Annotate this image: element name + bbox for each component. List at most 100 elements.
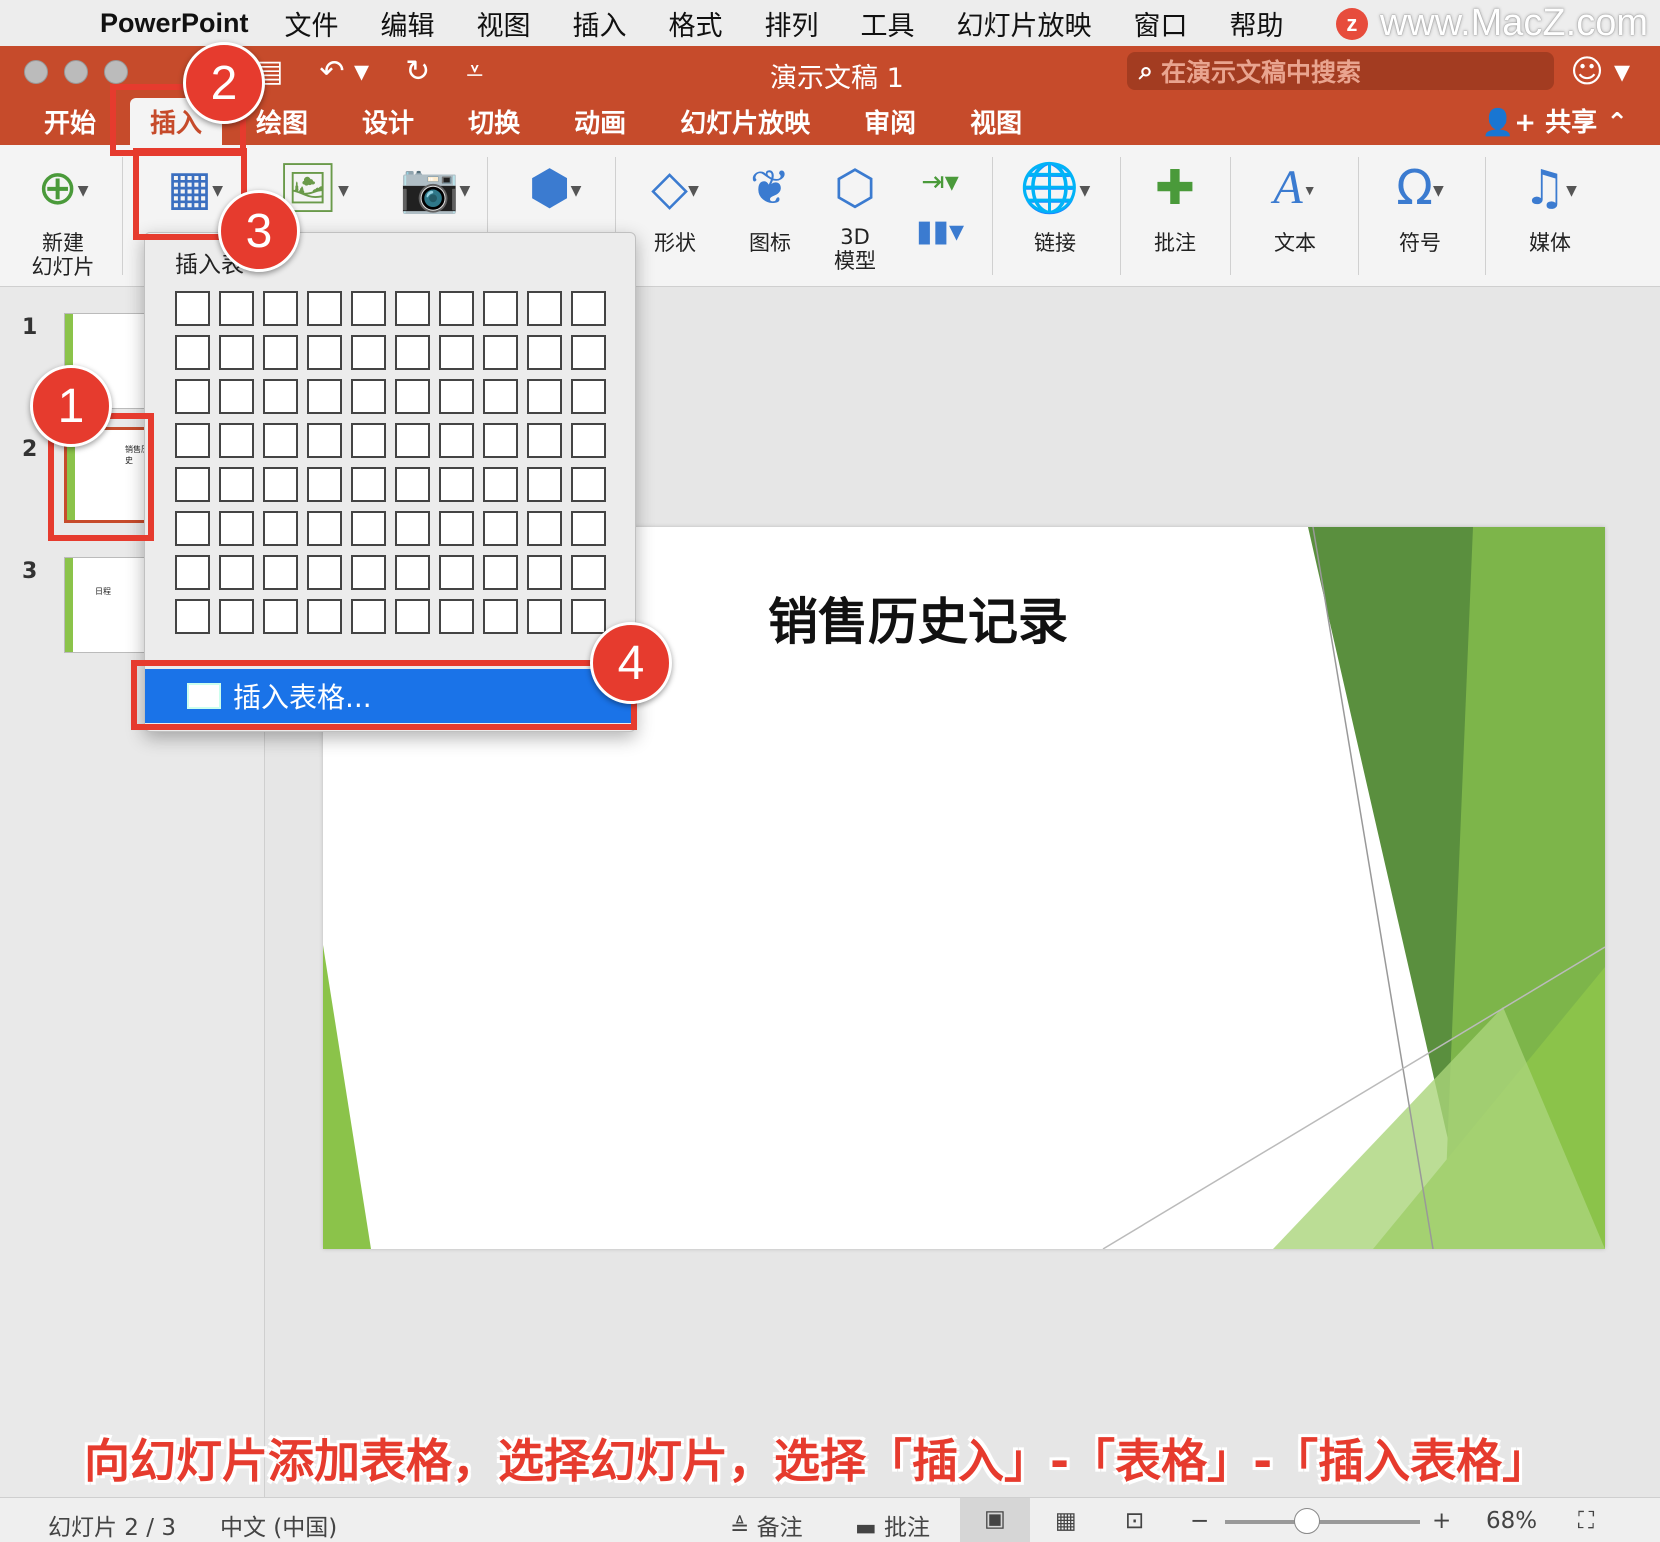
table-grid-cell[interactable] [263, 335, 298, 370]
tab-transitions[interactable]: 切换 [448, 98, 540, 145]
table-grid-cell[interactable] [527, 599, 562, 634]
table-grid-cell[interactable] [175, 555, 210, 590]
table-grid-cell[interactable] [307, 291, 342, 326]
table-grid-cell[interactable] [263, 467, 298, 502]
table-grid-cell[interactable] [263, 555, 298, 590]
table-grid-cell[interactable] [351, 467, 386, 502]
collapse-ribbon-icon[interactable]: ⌃ [1606, 108, 1628, 138]
3d-models-button[interactable]: ⬡ 3D 模型 [815, 145, 895, 287]
table-grid-cell[interactable] [571, 511, 606, 546]
table-grid-cell[interactable] [571, 379, 606, 414]
link-button[interactable]: 🌐▼ 链接 [1010, 145, 1100, 287]
tab-design[interactable]: 设计 [342, 98, 434, 145]
table-grid-cell[interactable] [483, 467, 518, 502]
table-grid-cell[interactable] [175, 423, 210, 458]
table-grid-cell[interactable] [527, 423, 562, 458]
table-grid-cell[interactable] [219, 423, 254, 458]
table-grid-cell[interactable] [175, 511, 210, 546]
table-grid-cell[interactable] [307, 467, 342, 502]
minimize-window-button[interactable] [64, 60, 88, 84]
table-grid-cell[interactable] [439, 291, 474, 326]
notes-button[interactable]: ≜ 备注 [730, 1508, 803, 1542]
table-grid-cell[interactable] [483, 291, 518, 326]
table-grid-cell[interactable] [439, 599, 474, 634]
tab-view[interactable]: 视图 [950, 98, 1042, 145]
table-grid-cell[interactable] [307, 511, 342, 546]
zoom-slider[interactable] [1225, 1520, 1420, 1524]
text-button[interactable]: A▼ 文本 [1250, 145, 1340, 287]
menu-window[interactable]: 窗口 [1134, 4, 1188, 43]
feedback-smiley-icon[interactable]: ☺ ▾ [1570, 52, 1630, 90]
close-window-button[interactable] [24, 60, 48, 84]
table-grid-cell[interactable] [175, 291, 210, 326]
table-grid-cell[interactable] [439, 555, 474, 590]
table-grid-cell[interactable] [483, 555, 518, 590]
table-grid-cell[interactable] [175, 467, 210, 502]
icons-button[interactable]: ❦ 图标 [730, 145, 810, 287]
table-grid-cell[interactable] [263, 423, 298, 458]
zoom-in-button[interactable]: + [1432, 1508, 1451, 1534]
table-grid-cell[interactable] [307, 555, 342, 590]
presenter-view-button[interactable]: ⊡ [1125, 1508, 1144, 1534]
share-button[interactable]: 👤+ 共享 ⌃ [1482, 102, 1628, 139]
normal-view-button[interactable]: ▣ [960, 1498, 1030, 1542]
table-grid-cell[interactable] [219, 555, 254, 590]
table-grid-cell[interactable] [219, 335, 254, 370]
table-grid-cell[interactable] [263, 379, 298, 414]
slide-title[interactable]: 销售历史记录 [768, 582, 1068, 654]
app-menu[interactable]: PowerPoint [100, 8, 249, 39]
table-grid-cell[interactable] [351, 423, 386, 458]
smartart-chart-group[interactable]: ⇥▾ ▮▮▾ [905, 145, 975, 287]
menu-arrange[interactable]: 排列 [765, 4, 819, 43]
menu-tools[interactable]: 工具 [861, 4, 915, 43]
customize-toolbar-icon[interactable]: ⩡ [466, 54, 483, 89]
table-grid-cell[interactable] [395, 379, 430, 414]
tab-animations[interactable]: 动画 [554, 98, 646, 145]
table-grid-cell[interactable] [351, 335, 386, 370]
zoom-level[interactable]: 68% [1486, 1508, 1537, 1534]
table-grid-cell[interactable] [571, 467, 606, 502]
table-grid-cell[interactable] [351, 291, 386, 326]
menu-insert[interactable]: 插入 [573, 4, 627, 43]
table-grid-cell[interactable] [527, 467, 562, 502]
table-grid-cell[interactable] [571, 291, 606, 326]
table-grid-cell[interactable] [307, 423, 342, 458]
chart-icon[interactable]: ▮▮▾ [905, 214, 975, 249]
table-grid-cell[interactable] [439, 335, 474, 370]
undo-icon[interactable]: ↶ ▾ [319, 54, 369, 89]
table-grid-cell[interactable] [527, 335, 562, 370]
table-grid-cell[interactable] [483, 599, 518, 634]
zoom-slider-handle[interactable] [1293, 1508, 1320, 1534]
slide-sorter-button[interactable]: ▦ [1055, 1508, 1077, 1534]
table-grid-cell[interactable] [307, 379, 342, 414]
comment-button[interactable]: ✚ 批注 [1135, 145, 1215, 287]
table-grid-cell[interactable] [307, 335, 342, 370]
table-grid-cell[interactable] [351, 379, 386, 414]
table-grid-cell[interactable] [527, 379, 562, 414]
table-grid-cell[interactable] [395, 467, 430, 502]
redo-icon[interactable]: ↻ [405, 54, 430, 89]
table-grid-cell[interactable] [395, 555, 430, 590]
table-grid-cell[interactable] [483, 379, 518, 414]
table-grid-cell[interactable] [175, 335, 210, 370]
zoom-out-button[interactable]: − [1190, 1508, 1209, 1534]
tab-home[interactable]: 开始 [24, 98, 116, 145]
menu-slideshow[interactable]: 幻灯片放映 [957, 4, 1092, 43]
tab-review[interactable]: 审阅 [844, 98, 936, 145]
menu-view[interactable]: 视图 [477, 4, 531, 43]
tab-slideshow[interactable]: 幻灯片放映 [660, 98, 830, 145]
table-grid-cell[interactable] [571, 555, 606, 590]
table-grid-cell[interactable] [219, 291, 254, 326]
table-grid-cell[interactable] [219, 379, 254, 414]
language-status[interactable]: 中文 (中国) [220, 1508, 337, 1542]
smartart-icon[interactable]: ⇥▾ [905, 165, 975, 198]
table-grid-cell[interactable] [263, 599, 298, 634]
table-grid-cell[interactable] [219, 511, 254, 546]
table-grid-cell[interactable] [263, 291, 298, 326]
table-grid-cell[interactable] [527, 555, 562, 590]
table-grid-cell[interactable] [439, 423, 474, 458]
table-grid-cell[interactable] [263, 511, 298, 546]
new-slide-button[interactable]: ⊕▼ 新建 幻灯片 [18, 145, 108, 287]
table-grid-cell[interactable] [571, 423, 606, 458]
zoom-window-button[interactable] [104, 60, 128, 84]
